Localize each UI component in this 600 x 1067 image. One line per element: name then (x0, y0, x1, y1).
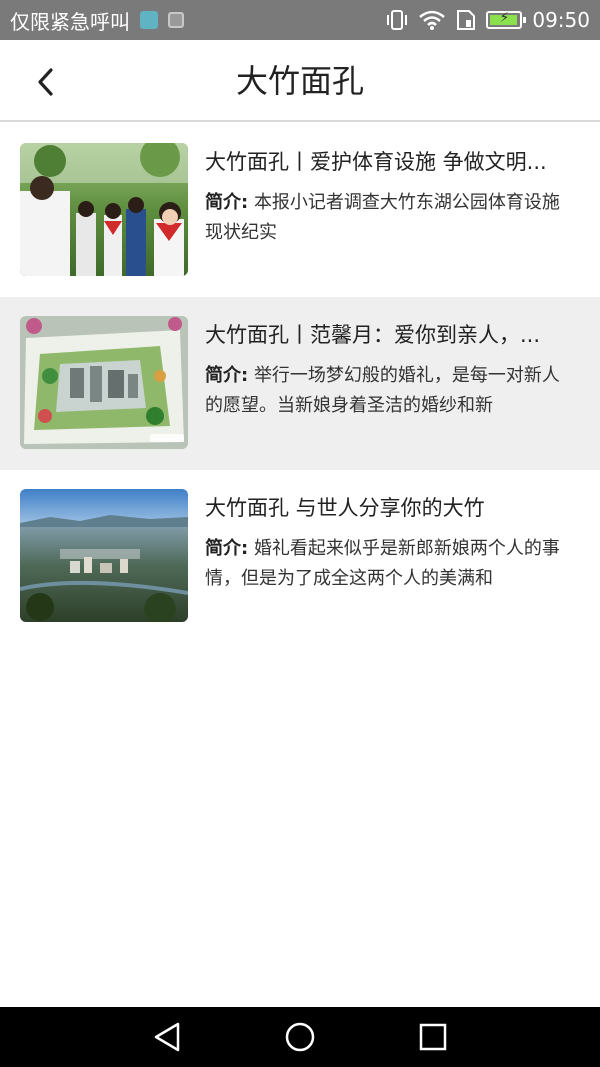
article-item[interactable]: 大竹面孔丨爱护体育设施 争做文明... 简介: 本报小记者调查大竹东湖公园体育设… (0, 124, 600, 297)
article-list: 大竹面孔丨爱护体育设施 争做文明... 简介: 本报小记者调查大竹东湖公园体育设… (0, 124, 600, 643)
article-title: 大竹面孔丨范馨月：爱你到亲人，... (205, 323, 541, 347)
status-left: 仅限紧急呼叫 (10, 0, 184, 40)
nav-back-button[interactable] (147, 1017, 187, 1057)
page-title: 大竹面孔 (235, 62, 364, 100)
nav-recents-button[interactable] (413, 1017, 453, 1057)
article-summary: 简介: 举行一场梦幻般的婚礼，是每一对新人的愿望。当新娘身着圣洁的婚纱和新 (205, 361, 575, 421)
city-aerial-photo (20, 489, 188, 622)
app-header: 大竹面孔 (0, 40, 600, 122)
home-circle-icon (285, 1022, 315, 1052)
carrier-text: 仅限紧急呼叫 (10, 9, 130, 34)
recents-square-icon (419, 1023, 447, 1051)
charging-bolt-icon: ⚡ (499, 10, 510, 26)
vibrate-icon (387, 10, 408, 30)
summary-label: 简介: (205, 538, 249, 559)
clock: 09:50 (532, 8, 590, 32)
nav-home-button[interactable] (280, 1017, 320, 1057)
summary-label: 简介: (205, 192, 249, 213)
article-summary: 简介: 婚礼看起来似乎是新郎新娘两个人的事情，但是为了成全这两个人的美满和 (205, 534, 575, 594)
sim-icon (457, 10, 476, 30)
students-outdoor-photo (20, 143, 188, 276)
status-right: ⚡ 09:50 (386, 0, 590, 40)
article-title: 大竹面孔丨爱护体育设施 争做文明... (205, 150, 547, 174)
app-notification-icon (140, 11, 158, 29)
summary-label: 简介: (205, 365, 249, 386)
summary-text: 举行一场梦幻般的婚礼，是每一对新人的愿望。当新娘身着圣洁的婚纱和新 (205, 365, 560, 416)
map-painting-photo (20, 316, 188, 449)
back-triangle-icon (154, 1022, 180, 1052)
summary-text: 婚礼看起来似乎是新郎新娘两个人的事情，但是为了成全这两个人的美满和 (205, 538, 560, 589)
status-bar: 仅限紧急呼叫 ⚡ 09:50 (0, 0, 600, 40)
battery-charging-icon: ⚡ (486, 10, 527, 29)
article-title: 大竹面孔 与世人分享你的大竹 (205, 496, 485, 520)
image-notification-icon (168, 12, 184, 28)
article-item[interactable]: 大竹面孔 与世人分享你的大竹 简介: 婚礼看起来似乎是新郎新娘两个人的事情，但是… (0, 470, 600, 643)
summary-text: 本报小记者调查大竹东湖公园体育设施现状纪实 (205, 192, 560, 243)
system-nav-bar (0, 1007, 600, 1067)
wifi-icon (419, 10, 446, 30)
article-summary: 简介: 本报小记者调查大竹东湖公园体育设施现状纪实 (205, 188, 575, 248)
article-item[interactable]: 大竹面孔丨范馨月：爱你到亲人，... 简介: 举行一场梦幻般的婚礼，是每一对新人… (0, 297, 600, 470)
